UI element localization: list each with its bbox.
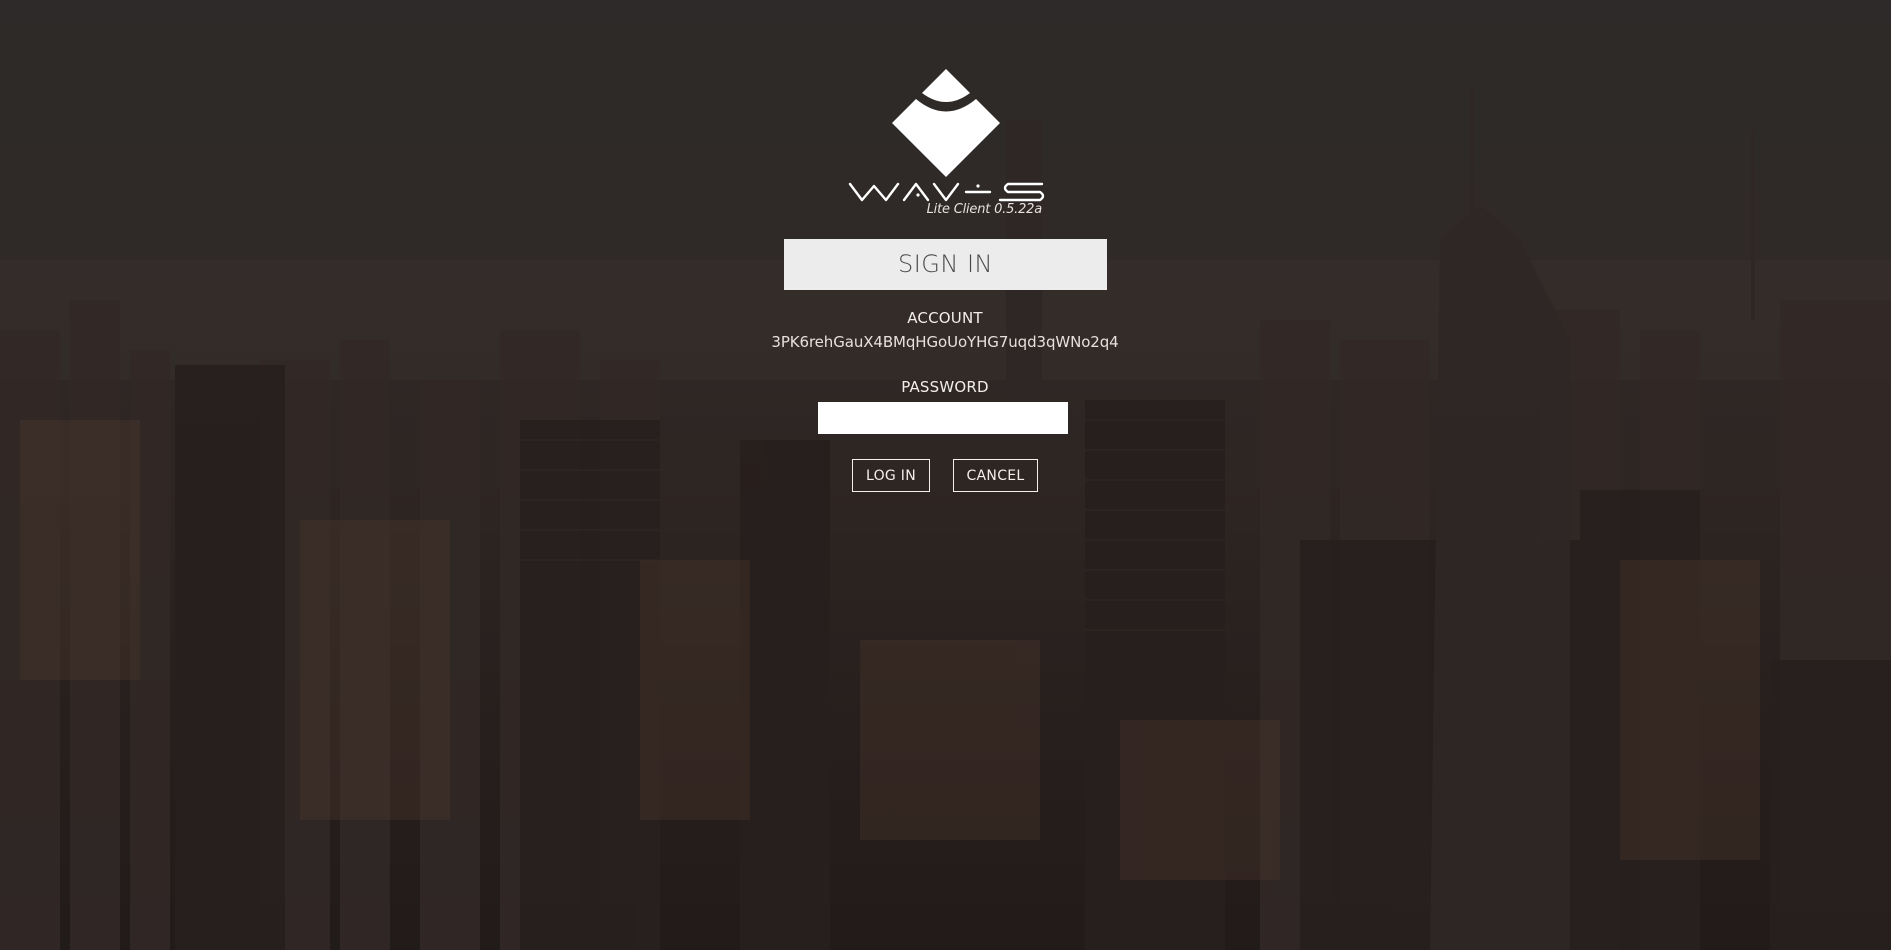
waves-logo xyxy=(842,64,1052,224)
version-label: Lite Client 0.5.22a xyxy=(926,202,1043,217)
cancel-button[interactable]: CANCEL xyxy=(953,459,1038,492)
account-address: 3PK6rehGauX4BMqHGoUoYHG7uqd3qWNo2q4 xyxy=(771,333,1119,351)
sign-in-heading: SIGN IN xyxy=(784,239,1107,290)
sign-in-page: Lite Client 0.5.22a SIGN IN ACCOUNT 3PK6… xyxy=(0,0,1891,950)
password-label: PASSWORD xyxy=(901,378,989,396)
password-input[interactable] xyxy=(818,402,1068,434)
account-label: ACCOUNT xyxy=(907,309,983,327)
login-button[interactable]: LOG IN xyxy=(852,459,930,492)
